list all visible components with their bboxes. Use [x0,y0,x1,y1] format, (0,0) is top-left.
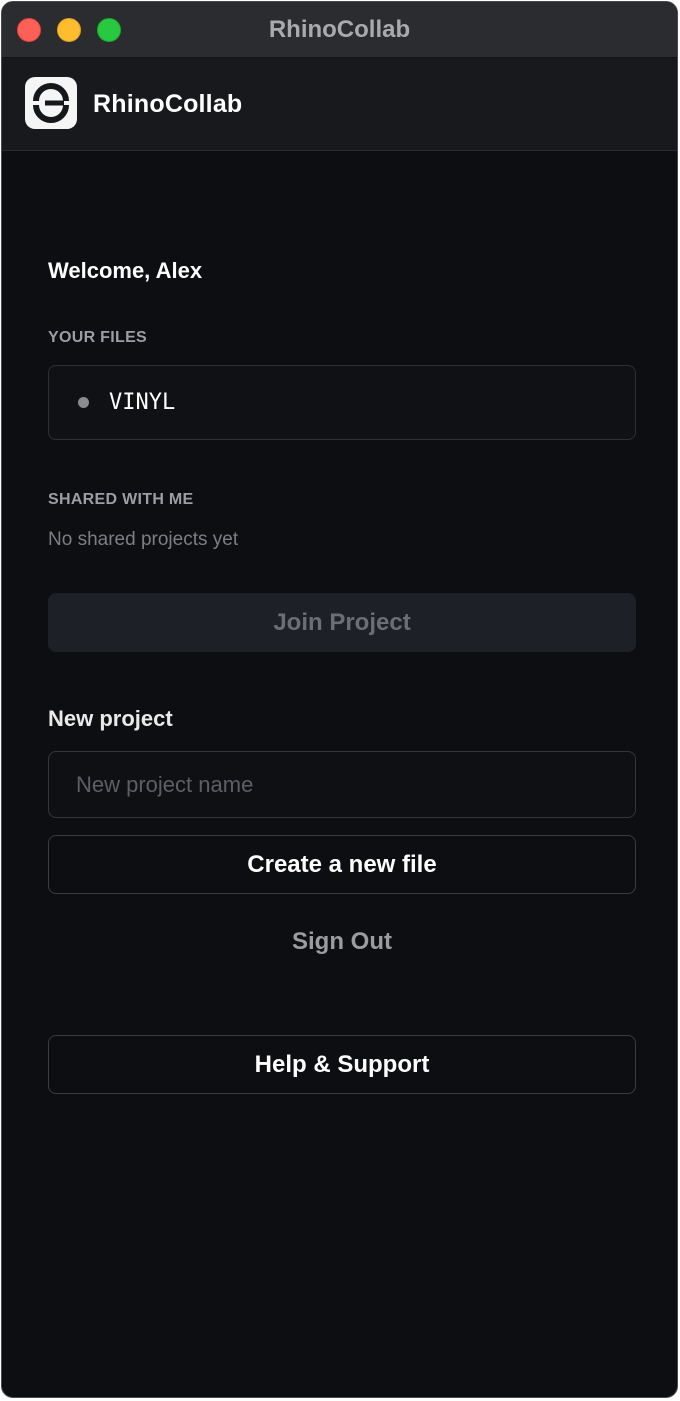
sync-circle-icon [33,83,69,123]
create-file-button[interactable]: Create a new file [48,835,636,894]
app-logo [25,77,77,129]
file-status-dot [78,397,89,408]
app-window: RhinoCollab RhinoCollab Welcome, Alex YO… [1,1,678,1398]
help-support-button[interactable]: Help & Support [48,1035,636,1094]
shared-empty-state: No shared projects yet [48,529,239,550]
app-brand-name: RhinoCollab [93,90,243,118]
window-titlebar[interactable]: RhinoCollab [2,2,677,58]
welcome-heading: Welcome, Alex [48,258,203,283]
file-item[interactable]: VINYL [48,365,636,440]
your-files-label: YOUR FILES [48,329,148,346]
new-project-heading: New project [48,706,173,731]
new-project-name-input[interactable] [48,751,636,818]
app-header: RhinoCollab [2,58,677,151]
file-name: VINYL [109,390,176,415]
window-title: RhinoCollab [268,16,411,43]
join-project-button[interactable]: Join Project [48,593,636,652]
shared-with-me-label: SHARED WITH ME [48,491,194,508]
sign-out-button[interactable]: Sign Out [48,928,636,956]
